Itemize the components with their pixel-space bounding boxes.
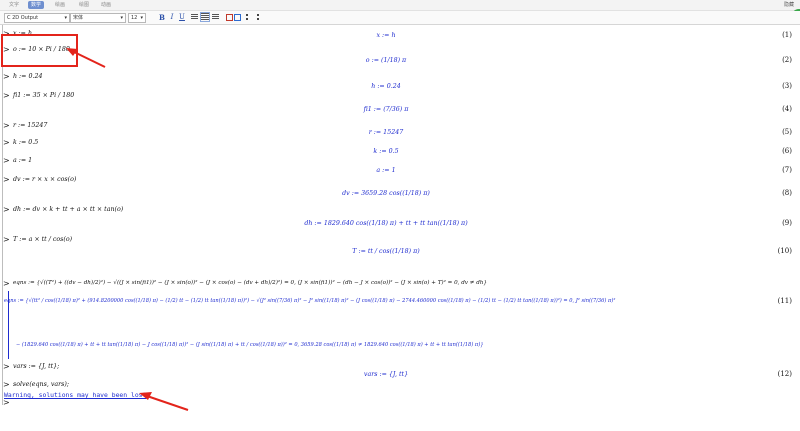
arrow-to-input <box>66 48 106 68</box>
arrow-to-warning <box>139 392 189 411</box>
annotation-arrows <box>66 48 189 411</box>
